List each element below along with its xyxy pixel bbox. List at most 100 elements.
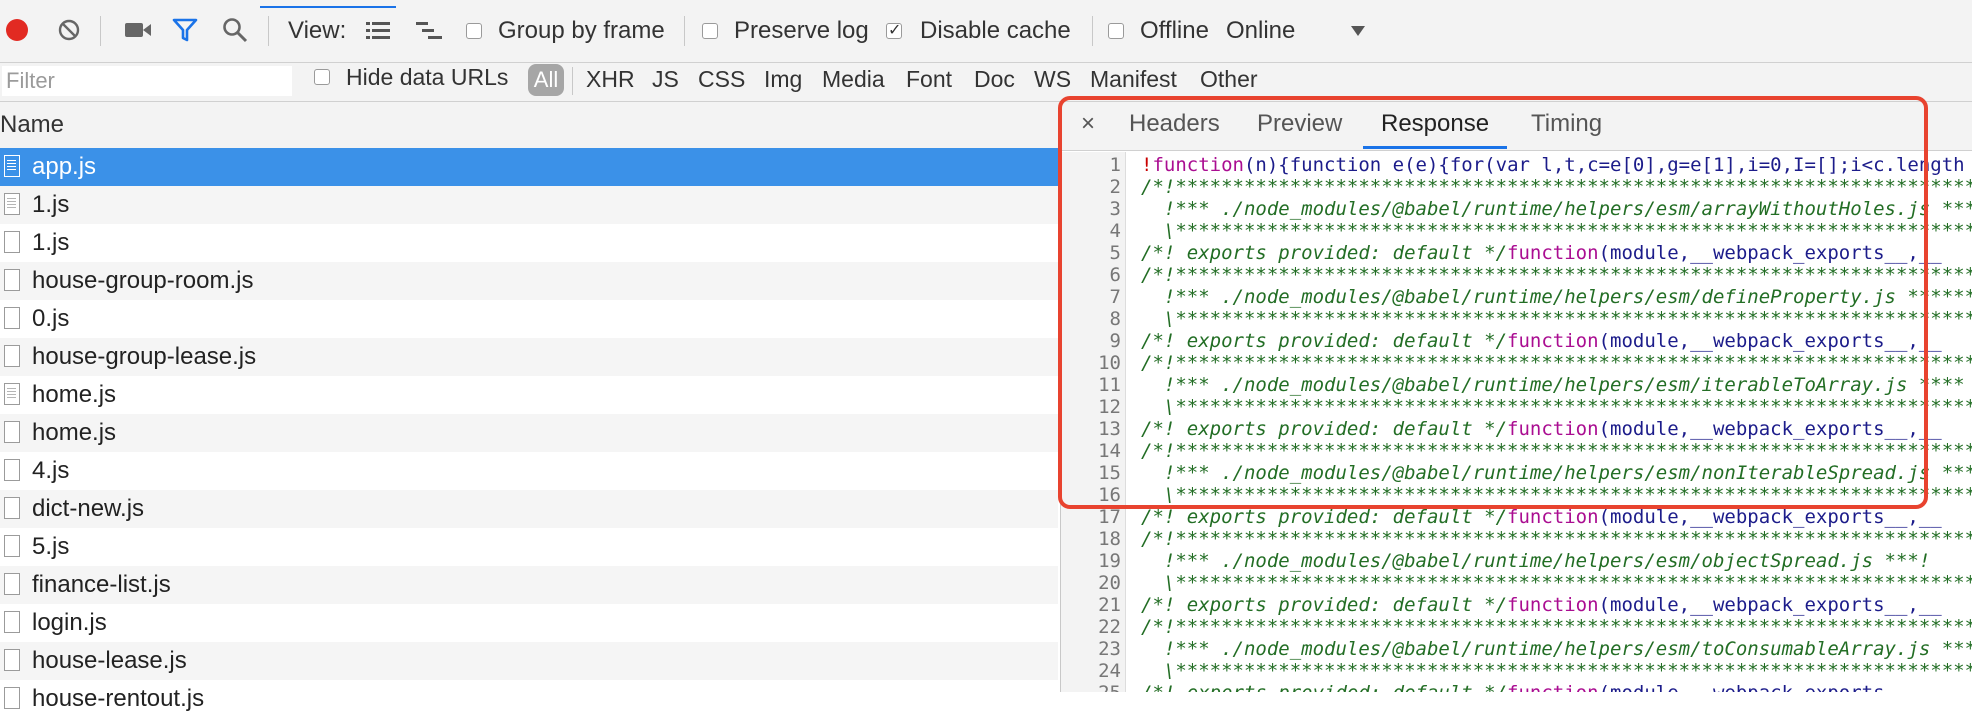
file-icon [4,535,20,557]
file-icon [4,687,20,709]
type-filter-font[interactable]: Font [906,66,952,93]
table-row[interactable]: 1.js [0,186,1058,224]
camera-icon[interactable] [124,20,152,45]
file-name: house-rentout.js [32,685,205,712]
search-icon[interactable] [222,17,248,48]
code-line: 23 !*** ./node_modules/@babel/runtime/he… [1061,638,1972,660]
file-icon [4,573,20,595]
file-icon [4,307,20,329]
file-name: 4.js [32,457,70,484]
annotation-highlight-box [1058,96,1928,509]
chevron-down-icon[interactable] [1350,24,1366,42]
code-text: \***************************************… [1141,660,1972,682]
line-number: 21 [1098,594,1121,616]
file-icon [4,269,20,291]
group-by-frame-label: Group by frame [498,17,665,44]
line-number: 20 [1098,572,1121,594]
network-toolbar: View: Group by frame Preserve log Disabl… [0,0,1972,63]
toolbar-separator [1092,16,1093,46]
disable-cache-checkbox[interactable] [886,20,902,40]
active-indicator [260,6,396,8]
type-filter-img[interactable]: Img [764,66,802,93]
clear-icon[interactable] [58,19,80,41]
table-row[interactable]: dict-new.js [0,490,1058,528]
file-name: house-group-lease.js [32,343,257,370]
name-column-header[interactable]: Name [0,102,1060,149]
line-number: 23 [1098,638,1121,660]
type-filter-all[interactable]: All [528,64,564,96]
file-name: house-group-room.js [32,267,254,294]
file-icon [4,383,20,405]
type-filter-other[interactable]: Other [1200,66,1258,93]
file-icon [4,649,20,671]
record-icon[interactable] [6,19,28,41]
code-line: 25 /*! exports provided: default */functi… [1061,682,1972,692]
file-icon [4,193,20,215]
code-text: \***************************************… [1141,572,1972,594]
file-name: home.js [32,381,117,408]
type-filter-xhr[interactable]: XHR [586,66,635,93]
file-name: login.js [32,609,107,636]
type-filter-css[interactable]: CSS [698,66,745,93]
group-by-frame-checkbox[interactable] [466,23,482,39]
table-row[interactable]: house-group-room.js [0,262,1058,300]
view-label: View: [288,17,347,44]
hide-data-urls-label: Hide data URLs [346,64,509,90]
table-row[interactable]: house-rentout.js [0,680,1058,718]
file-icon [4,497,20,519]
type-filter-doc[interactable]: Doc [974,66,1015,93]
type-filter-manifest[interactable]: Manifest [1090,66,1177,93]
file-icon [4,459,20,481]
table-row[interactable]: house-lease.js [0,642,1058,680]
toolbar-separator [572,67,573,95]
name-header-label: Name [0,111,65,138]
request-list: app.js 1.js 1.js house-group-room.js 0.js hou… [0,148,1058,718]
line-number: 18 [1098,528,1121,550]
line-number: 24 [1098,660,1121,682]
code-line: 17 /*! exports provided: default */functi… [1061,506,1972,528]
list-view-icon[interactable] [366,21,390,46]
offline-checkbox[interactable] [1108,23,1124,39]
table-row[interactable]: home.js [0,376,1058,414]
code-text: /*! exports provided: default */function… [1141,506,1942,528]
table-row[interactable]: app.js [0,148,1058,186]
type-filter-media[interactable]: Media [822,66,885,93]
table-row[interactable]: login.js [0,604,1058,642]
code-text: !*** ./node_modules/@babel/runtime/helpe… [1141,638,1972,660]
code-line: 21 /*! exports provided: default */functi… [1061,594,1972,616]
table-row[interactable]: house-group-lease.js [0,338,1058,376]
table-row[interactable]: finance-list.js [0,566,1058,604]
table-row[interactable]: 4.js [0,452,1058,490]
file-name: dict-new.js [32,495,145,522]
disable-cache-label: Disable cache [920,17,1071,44]
code-line: 19 !*** ./node_modules/@babel/runtime/he… [1061,550,1972,572]
table-row[interactable]: 5.js [0,528,1058,566]
table-row[interactable]: 1.js [0,224,1058,262]
waterfall-view-icon[interactable] [416,21,442,46]
file-name: house-lease.js [32,647,187,674]
hide-data-urls-checkbox[interactable] [314,69,330,85]
table-row[interactable]: home.js [0,414,1058,452]
table-row[interactable]: 0.js [0,300,1058,338]
preserve-log-label: Preserve log [734,17,869,44]
filter-icon[interactable] [172,17,198,48]
file-name: 1.js [32,229,70,256]
line-number: 25 [1061,682,1121,692]
throttling-select[interactable]: Online [1226,17,1295,45]
file-icon [4,345,20,367]
file-name: finance-list.js [32,571,171,598]
file-name: home.js [32,419,117,446]
filter-input[interactable] [2,66,292,96]
line-number: 22 [1098,616,1121,638]
type-filter-js[interactable]: JS [652,66,679,93]
file-name: app.js [32,153,97,180]
file-name: 5.js [32,533,70,560]
line-number: 19 [1098,550,1121,572]
type-filter-ws[interactable]: WS [1034,66,1071,93]
code-text: !*** ./node_modules/@babel/runtime/helpe… [1141,550,1931,572]
file-icon [4,155,20,177]
file-icon [4,421,20,443]
preserve-log-checkbox[interactable] [702,23,718,39]
code-line: 24 \************************************… [1061,660,1972,682]
code-text: /*! exports provided: default */function… [1141,682,1942,692]
